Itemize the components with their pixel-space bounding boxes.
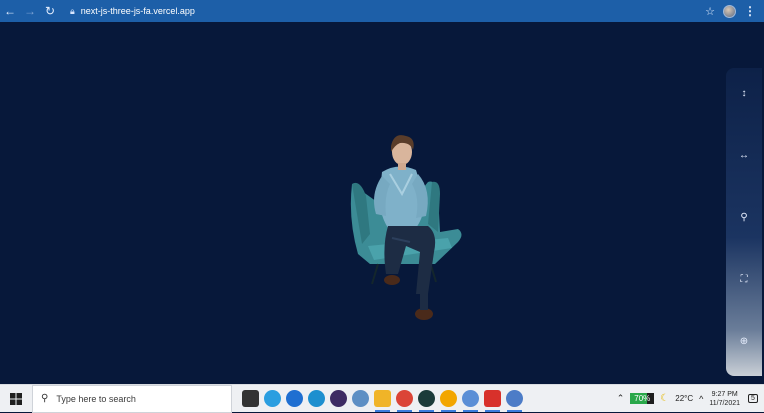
search-icon[interactable]: ⚲ bbox=[726, 212, 762, 223]
horizontal-arrows-icon[interactable]: ↔ bbox=[726, 150, 762, 161]
pinned-apps bbox=[242, 390, 523, 412]
taskbar-search-input[interactable]: ⚲ Type here to search bbox=[32, 384, 232, 413]
time: 9:27 PM bbox=[711, 390, 738, 398]
system-tray: ⌃ 70% ☾ 22°C ^ 9:27 PM 11/7/2021 5 bbox=[617, 390, 764, 408]
mail-icon[interactable] bbox=[286, 390, 303, 407]
chevron-up-icon[interactable]: ⌃ bbox=[617, 393, 625, 404]
menu-kebab-icon[interactable]: ⋮ bbox=[744, 4, 756, 18]
date: 11/7/2021 bbox=[709, 399, 740, 407]
notification-icon[interactable]: 5 bbox=[746, 392, 760, 406]
clock[interactable]: 9:27 PM 11/7/2021 bbox=[709, 390, 740, 408]
telegram-icon[interactable] bbox=[264, 390, 281, 407]
forward-arrow-icon[interactable]: → bbox=[20, 0, 40, 22]
lens-2-icon[interactable] bbox=[418, 390, 435, 412]
tool-panel: ↕ ↔ ⚲ ⛶ ⊕ bbox=[726, 68, 762, 376]
browser-toolbar: ← → ↻ 🔒︎ next-js-three-js-fa.vercel.app … bbox=[0, 0, 764, 22]
windows-taskbar: ⚲ Type here to search ⌃ 70% ☾ 22°C ^ 9:2… bbox=[0, 384, 764, 413]
caret-up-icon[interactable]: ^ bbox=[699, 394, 703, 404]
chrome-user-icon[interactable] bbox=[462, 390, 479, 412]
file-explorer-icon[interactable] bbox=[374, 390, 391, 412]
start-button[interactable] bbox=[0, 385, 32, 413]
fullscreen-icon[interactable]: ⛶ bbox=[726, 274, 762, 285]
vertical-arrows-icon[interactable]: ↕ bbox=[726, 88, 762, 99]
red-app-icon[interactable] bbox=[484, 390, 501, 412]
battery-percent: 70% bbox=[634, 394, 651, 403]
task-view-icon[interactable] bbox=[242, 390, 259, 407]
chrome-canary-icon[interactable] bbox=[440, 390, 457, 412]
profile-avatar[interactable] bbox=[723, 4, 736, 18]
moon-weather-icon[interactable]: ☾ bbox=[660, 393, 669, 404]
webgl-viewport[interactable]: ↕ ↔ ⚲ ⛶ ⊕ bbox=[0, 22, 764, 384]
notification-count: 5 bbox=[748, 394, 758, 403]
address-bar[interactable]: next-js-three-js-fa.vercel.app bbox=[81, 6, 195, 16]
globe-icon[interactable]: ⊕ bbox=[726, 336, 762, 347]
back-arrow-icon[interactable]: ← bbox=[0, 0, 20, 22]
battery-indicator[interactable]: 70% bbox=[630, 393, 655, 404]
search-icon: ⚲ bbox=[41, 393, 49, 404]
notes-icon[interactable] bbox=[352, 390, 369, 407]
edge-icon[interactable] bbox=[308, 390, 325, 407]
lock-icon[interactable]: 🔒︎ bbox=[70, 6, 75, 17]
3d-model-seated-man[interactable] bbox=[340, 134, 470, 339]
search-placeholder: Type here to search bbox=[56, 393, 136, 404]
chrome-icon[interactable] bbox=[396, 390, 413, 412]
temperature[interactable]: 22°C bbox=[675, 394, 693, 403]
bookmark-star-icon[interactable]: ☆ bbox=[705, 5, 715, 18]
reload-icon[interactable]: ↻ bbox=[40, 0, 60, 22]
lens-icon[interactable] bbox=[330, 390, 347, 407]
chrome-active-icon[interactable] bbox=[506, 390, 523, 412]
windows-logo-icon bbox=[10, 392, 22, 405]
